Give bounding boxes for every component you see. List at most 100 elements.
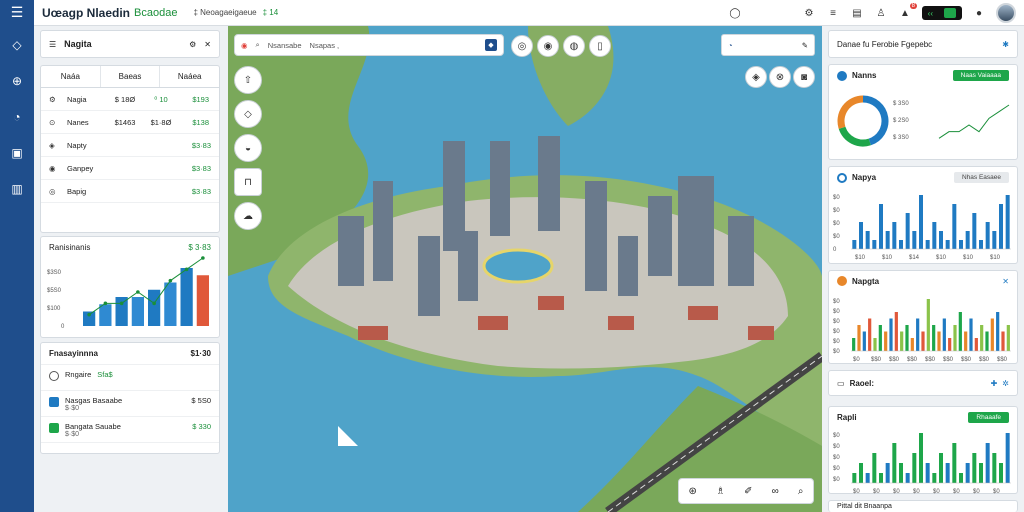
card-action-button[interactable]: Rhaaafe [968, 412, 1009, 423]
zoom-icon[interactable]: ⌕ [798, 486, 804, 497]
list-icon[interactable]: ☰ [49, 40, 56, 49]
search-text-secondary: Nsapas , [309, 40, 340, 50]
close-icon[interactable]: ✕ [204, 40, 211, 49]
collapse-icon[interactable]: ✕ [1002, 277, 1009, 286]
mode-icon: ◔ [728, 40, 733, 50]
fullscreen-icon[interactable]: ◙ [793, 66, 815, 88]
list-item[interactable]: Nasgas Basaabe $·$0 $ 5S0 [41, 391, 219, 417]
avatar[interactable] [996, 3, 1016, 23]
column-header[interactable]: Naáea [160, 66, 219, 87]
list-item[interactable]: Bangata Sauabe $·$0 $ 330 [41, 417, 219, 443]
bar [905, 213, 910, 249]
table-row[interactable]: ⚙ Nagia $ 18Ø ⁰ 10 $193 [41, 88, 219, 111]
car-icon[interactable]: ⊓ [234, 168, 262, 196]
y-tick: $5S0 [47, 288, 62, 294]
table-header: Naáa Baeas Naáea [41, 66, 219, 88]
bar [925, 463, 930, 483]
bar [900, 331, 904, 351]
link-icon[interactable]: ∞ [772, 486, 779, 497]
search-submit-button[interactable]: ◆ [485, 39, 497, 51]
card-action-button[interactable]: Naas Vaiaaaa [952, 70, 1009, 81]
item-amount: $ 5S0 [191, 396, 211, 405]
globe-icon[interactable]: ⊕ [8, 72, 26, 90]
location-pin-icon: ◉ [241, 40, 248, 50]
toggle-label: ‹‹ [927, 8, 933, 18]
map-mode-chip[interactable]: ◔ ✎ [721, 34, 815, 56]
bar [965, 463, 970, 483]
marker-icon[interactable]: ◍ [563, 35, 585, 57]
row-name: Ganpey [67, 163, 94, 173]
column-header[interactable]: Naáa [41, 66, 101, 87]
table-row[interactable]: ⊙ Nanes $1463 $1·8Ø $138 [41, 111, 219, 134]
bar [852, 338, 856, 351]
bar [985, 331, 989, 351]
card-title: Nanns [852, 71, 877, 80]
bar [852, 240, 857, 249]
chat-icon: ◎ [49, 186, 56, 196]
mode-toggle[interactable]: ‹‹ [922, 6, 962, 20]
bar [921, 331, 925, 351]
layer-icon[interactable]: ◎ [511, 35, 533, 57]
filter-icon[interactable]: ◉ [537, 35, 559, 57]
bar [972, 213, 977, 249]
table-row[interactable]: ◎ Bapig $3·83 [41, 180, 219, 203]
share-icon[interactable]: ⊗ [769, 66, 791, 88]
pin-icon[interactable]: ✱ [1002, 40, 1009, 49]
bar [865, 231, 870, 249]
bar [980, 325, 984, 351]
circle-icon[interactable]: ● [972, 6, 986, 20]
chart-value: $ 3·83 [188, 243, 211, 252]
multi-bar-card: Napgta ✕ $0 $0 $0 $0 $0 $0 $0 $$0 $$0 $$0 $$0 $$0 $$… [828, 270, 1018, 364]
tick-label: $$0 [979, 357, 990, 363]
column-header[interactable]: Baeas [101, 66, 161, 87]
bar [999, 204, 1003, 249]
legend-label: $ 3S0 [893, 101, 909, 107]
list-item[interactable]: Rngaire Sfa$ [41, 365, 219, 391]
edit-icon[interactable]: ✎ [802, 41, 808, 50]
tick-label: $0 [833, 309, 840, 315]
gear-icon[interactable]: ⚙ [802, 6, 816, 20]
chat-icon[interactable]: ◒ [234, 134, 262, 162]
target-icon: ⊙ [49, 117, 56, 127]
bar [939, 231, 943, 249]
map-view[interactable]: ◉ ⌕ Nsansabe Nsapas , ◆ ◎ ◉ ◍ ▯ ◔ ✎ ◈ ⊗ … [228, 26, 822, 512]
user-icon[interactable]: ♙ [874, 6, 888, 20]
settings-icon[interactable]: ⚙ [189, 40, 196, 49]
row-value: $138 [192, 117, 209, 127]
row-name: Nanes [67, 117, 89, 127]
layers-icon[interactable]: ▣ [8, 144, 26, 162]
tick-label: 0 [833, 247, 837, 253]
hamburger-menu-icon[interactable]: ☰ [0, 0, 34, 26]
ruler-icon[interactable]: ◇ [234, 100, 262, 128]
bar [905, 473, 910, 483]
list-icon[interactable]: ≡ [826, 6, 840, 20]
notification-icon[interactable]: ▲ 8 [898, 3, 917, 20]
table-row[interactable]: ◉ Ganpey $3·83 [41, 157, 219, 180]
document-icon[interactable]: ▤ [850, 6, 864, 20]
tick-label: $0 [833, 433, 840, 439]
route-icon[interactable]: ⊛ [689, 486, 697, 497]
walk-icon[interactable]: ♗ [716, 486, 725, 497]
table-row[interactable]: ◈ Napty $3·83 [41, 134, 219, 157]
bar [932, 473, 937, 483]
dashboard-icon[interactable]: ◔ [8, 108, 26, 126]
draw-icon[interactable]: ✐ [744, 486, 752, 497]
green-bar-chart: $0 $0 $0 $0 $0 $0 $0 $0 $0 $0 $0 $0 $0 [833, 433, 1011, 495]
settings-icon[interactable]: ✲ [1002, 379, 1009, 388]
recenter-icon[interactable]: ◈ [745, 66, 767, 88]
lightbulb-icon[interactable]: ◯ [728, 6, 742, 20]
tick-label: $$0 [961, 357, 972, 363]
upload-icon[interactable]: ⇧ [234, 66, 262, 94]
card-action-button[interactable]: Nhas Easaee [953, 172, 1009, 183]
circle-icon [49, 371, 59, 381]
y-tick: $3S0 [47, 270, 62, 276]
add-icon[interactable]: ✚ [991, 379, 998, 388]
map-search-bar[interactable]: ◉ ⌕ Nsansabe Nsapas , ◆ [234, 34, 504, 56]
list-value[interactable]: $1·30 [191, 349, 211, 358]
cloud-icon[interactable]: ☁ [234, 202, 262, 230]
phone-icon[interactable]: ▯ [589, 35, 611, 57]
diamond-icon[interactable]: ◇ [8, 36, 26, 54]
location-label[interactable]: ‡ Neoagaeigaeue [193, 8, 256, 17]
bar [1005, 433, 1010, 483]
book-icon[interactable]: ▥ [8, 180, 26, 198]
